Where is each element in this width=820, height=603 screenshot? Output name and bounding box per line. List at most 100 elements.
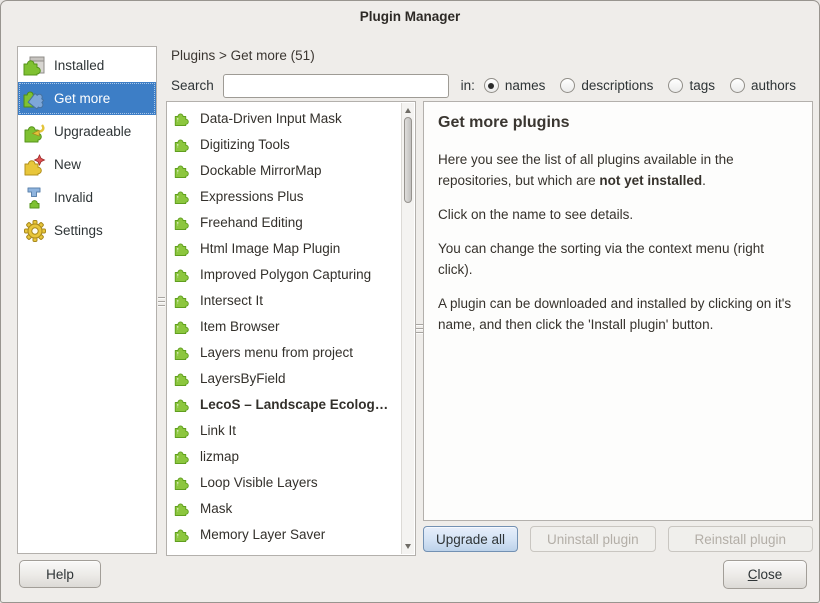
plugin-name: Expressions Plus [200, 189, 304, 204]
search-input[interactable] [223, 74, 449, 98]
plugin-icon [173, 551, 191, 556]
plugin-list-item-item-browser[interactable]: Item Browser [173, 313, 415, 339]
scrollbar-thumb[interactable] [404, 117, 412, 203]
plugin-details-panel: Get more plugins Here you see the list o… [423, 101, 813, 521]
details-paragraph: Click on the name to see details. [438, 204, 798, 225]
plugin-list-item-intersect-it[interactable]: Intersect It [173, 287, 415, 313]
plugin-icon [173, 213, 191, 231]
get-more-icon [21, 87, 48, 111]
radio-button-icon[interactable] [668, 78, 683, 93]
plugin-list-items: Data-Driven Input Mask Digitizing Tools Do… [173, 105, 415, 556]
plugin-manager-dialog: Plugin Manager Installed Get more Upgradea… [0, 0, 820, 603]
plugin-icon [173, 291, 191, 309]
uninstall-plugin-button: Uninstall plugin [530, 526, 656, 552]
plugin-list-item-improved-polygon-capturing[interactable]: Improved Polygon Capturing [173, 261, 415, 287]
window-title: Plugin Manager [1, 9, 819, 24]
installed-icon [21, 54, 48, 78]
plugin-icon [173, 395, 191, 413]
plugin-list: Data-Driven Input Mask Digitizing Tools Do… [166, 101, 416, 556]
new-icon [21, 153, 48, 177]
plugin-list-item-data-driven-input-mask[interactable]: Data-Driven Input Mask [173, 105, 415, 131]
plugin-list-scrollbar[interactable] [401, 103, 414, 554]
plugin-list-item-lecos-landscape-ecolog[interactable]: LecoS – Landscape Ecolog… [173, 391, 415, 417]
plugin-list-item-loop-visible-layers[interactable]: Loop Visible Layers [173, 469, 415, 495]
search-in-option-authors[interactable]: authors [730, 78, 796, 93]
sidebar-item-label: Settings [54, 223, 103, 238]
scroll-down-arrow-icon[interactable] [405, 544, 411, 549]
details-paragraph: You can change the sorting via the conte… [438, 238, 798, 280]
plugin-icon [173, 447, 191, 465]
sidebar-item-get-more[interactable]: Get more [18, 82, 156, 115]
plugin-name: LayersByField [200, 371, 286, 386]
plugin-icon [173, 135, 191, 153]
plugin-icon [173, 161, 191, 179]
sidebar-item-installed[interactable]: Installed [18, 49, 156, 82]
sidebar-item-label: New [54, 157, 81, 172]
plugin-list-item-digitizing-tools[interactable]: Digitizing Tools [173, 131, 415, 157]
radio-label[interactable]: tags [689, 78, 715, 93]
radio-label[interactable]: authors [751, 78, 796, 93]
radio-label[interactable]: names [505, 78, 546, 93]
search-scope-radio-group: names descriptions tags authors [484, 78, 811, 93]
details-paragraph: A plugin can be downloaded and installed… [438, 293, 798, 335]
upgrade-all-button[interactable]: Upgrade all [423, 526, 518, 552]
plugin-name: Memory Layer Saver [200, 527, 325, 542]
radio-button-icon[interactable] [730, 78, 745, 93]
plugin-icon [173, 369, 191, 387]
search-in-option-descriptions[interactable]: descriptions [560, 78, 653, 93]
plugin-icon [173, 499, 191, 517]
sidebar-item-label: Invalid [54, 190, 93, 205]
plugin-list-item-expressions-plus[interactable]: Expressions Plus [173, 183, 415, 209]
sidebar-item-label: Installed [54, 58, 104, 73]
plugin-icon [173, 187, 191, 205]
category-sidebar: Installed Get more Upgradeable New Invalid Se… [17, 46, 157, 554]
invalid-icon [21, 186, 48, 210]
details-paragraph: Here you see the list of all plugins ava… [438, 149, 798, 191]
sidebar-item-label: Get more [54, 91, 110, 106]
sidebar-item-new[interactable]: New [18, 148, 156, 181]
sidebar-item-upgradeable[interactable]: Upgradeable [18, 115, 156, 148]
sidebar-item-label: Upgradeable [54, 124, 131, 139]
plugin-name: Mask [200, 501, 232, 516]
search-in-option-names[interactable]: names [484, 78, 546, 93]
plugin-name: Freehand Editing [200, 215, 303, 230]
search-in-option-tags[interactable]: tags [668, 78, 715, 93]
radio-button-icon[interactable] [560, 78, 575, 93]
plugin-list-item-mask[interactable]: Mask [173, 495, 415, 521]
sidebar-splitter-handle[interactable] [158, 292, 165, 312]
plugin-list-item-lizmap[interactable]: lizmap [173, 443, 415, 469]
plugin-list-item-dockable-mirrormap[interactable]: Dockable MirrorMap [173, 157, 415, 183]
plugin-icon [173, 343, 191, 361]
plugin-list-item-link-it[interactable]: Link It [173, 417, 415, 443]
breadcrumb: Plugins > Get more (51) [171, 48, 315, 63]
plugin-icon [173, 239, 191, 257]
plugin-name: Item Browser [200, 319, 280, 334]
scroll-up-arrow-icon[interactable] [405, 108, 411, 113]
plugin-list-item-memory-layer-saver[interactable]: Memory Layer Saver [173, 521, 415, 547]
details-body: Here you see the list of all plugins ava… [438, 149, 798, 335]
plugin-name: lizmap [200, 449, 239, 464]
plugin-name: Digitizing Tools [200, 137, 290, 152]
plugin-list-item-freehand-editing[interactable]: Freehand Editing [173, 209, 415, 235]
search-in-label: in: [461, 78, 475, 93]
sidebar-item-invalid[interactable]: Invalid [18, 181, 156, 214]
details-heading: Get more plugins [438, 114, 798, 132]
plugin-name: Loop Visible Layers [200, 475, 318, 490]
search-label: Search [171, 78, 214, 93]
plugin-icon [173, 317, 191, 335]
plugin-list-item-layers-menu-from-project[interactable]: Layers menu from project [173, 339, 415, 365]
plugin-list-item-html-image-map-plugin[interactable]: Html Image Map Plugin [173, 235, 415, 261]
close-button[interactable]: Close [723, 560, 807, 589]
plugin-list-item-partial[interactable] [173, 547, 415, 556]
sidebar-item-settings[interactable]: Settings [18, 214, 156, 247]
plugin-name: LecoS – Landscape Ecolog… [200, 397, 388, 412]
help-button[interactable]: Help [19, 560, 101, 588]
radio-label[interactable]: descriptions [581, 78, 653, 93]
plugin-action-buttons: Upgrade allUninstall pluginReinstall plu… [423, 526, 813, 552]
plugin-list-item-layersbyfield[interactable]: LayersByField [173, 365, 415, 391]
radio-button-icon[interactable] [484, 78, 499, 93]
plugin-icon [173, 265, 191, 283]
list-details-splitter-handle[interactable] [416, 319, 423, 339]
plugin-name: Link It [200, 423, 236, 438]
upgradeable-icon [21, 120, 48, 144]
